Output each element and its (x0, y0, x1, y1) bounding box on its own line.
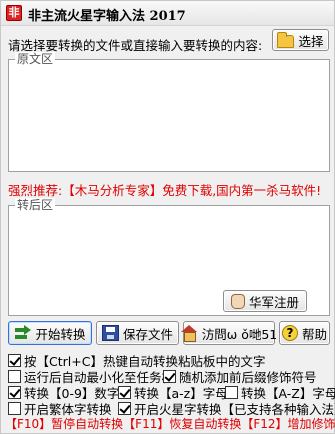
result-legend: 转后区 (15, 198, 56, 212)
window-title: 非主流火星字输入法 2017 (28, 9, 186, 24)
app-icon: 非 (6, 5, 22, 21)
checkbox[interactable] (8, 386, 21, 399)
help-button[interactable]: ? 帮助 (279, 321, 330, 345)
convert-arrows-icon (14, 325, 32, 341)
visit-website-button[interactable]: 汸問ω ǒ哋51 (180, 321, 278, 345)
hand-icon (230, 293, 245, 309)
checkbox[interactable] (8, 402, 21, 415)
folder-icon (277, 31, 295, 48)
title-bar: 非 非主流火星字输入法 2017 (1, 1, 334, 26)
help-icon: ? (281, 325, 298, 341)
select-file-button[interactable]: 选择 (272, 29, 329, 51)
floppy-disk-icon (101, 325, 119, 341)
checkbox[interactable] (163, 370, 176, 383)
source-legend: 原文区 (15, 52, 56, 66)
help-label: 帮助 (301, 326, 327, 342)
select-file-label: 选择 (298, 33, 324, 49)
save-file-label: 保存文件 (122, 326, 173, 342)
home-icon (180, 325, 198, 342)
start-convert-label: 开始转换 (35, 326, 86, 342)
source-text-input[interactable] (11, 68, 327, 169)
register-label: 华军注册 (248, 294, 299, 310)
checkbox[interactable] (118, 402, 131, 415)
checkbox[interactable] (118, 386, 131, 399)
main-window: 非 非主流火星字输入法 2017 请选择要转换的文件或直接输入要转换的内容: 选… (0, 0, 335, 434)
save-file-button[interactable]: 保存文件 (96, 321, 179, 345)
source-groupbox: 原文区 (8, 52, 330, 172)
result-groupbox: 转后区 华军注册 (8, 198, 330, 316)
promo-link[interactable]: 强烈推荐:【木马分析专家】免费下载,国内第一杀马软件! (8, 180, 321, 199)
start-convert-button[interactable]: 开始转换 (8, 321, 92, 345)
checkbox[interactable] (8, 370, 21, 383)
checkbox[interactable] (225, 386, 238, 399)
hotkey-hints: 【F10】暂停自动转换【F11】恢复自动转换【F12】增加修饰符 (5, 417, 335, 431)
register-button[interactable]: 华军注册 (223, 290, 307, 312)
visit-website-label: 汸問ω ǒ哋51 (201, 326, 278, 342)
result-text-output[interactable] (11, 214, 327, 289)
checkbox[interactable] (8, 354, 21, 367)
